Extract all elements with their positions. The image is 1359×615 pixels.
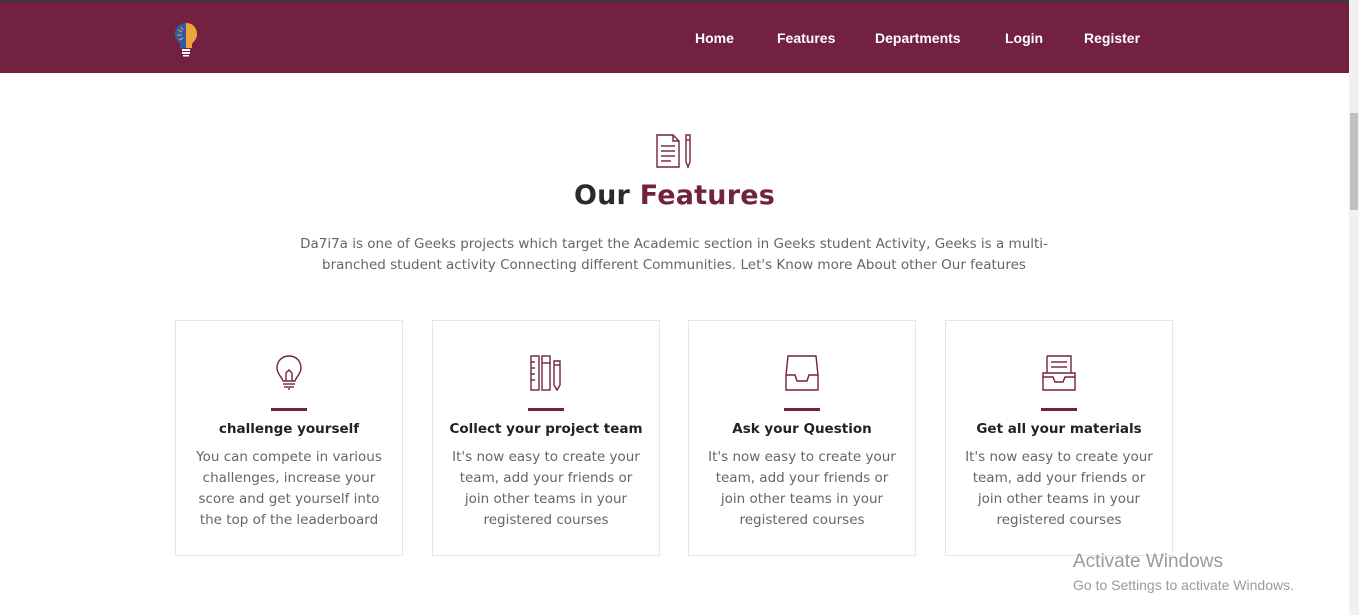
card-divider: [1041, 408, 1077, 411]
nav-home-link[interactable]: Home: [695, 30, 734, 46]
card-text: It's now easy to create your team, add y…: [965, 449, 1153, 528]
card-title: Get all your materials: [976, 421, 1142, 437]
nav-register-link[interactable]: Register: [1084, 30, 1140, 46]
card-divider: [784, 408, 820, 411]
watermark-title: Activate Windows: [1073, 551, 1223, 572]
feature-card-team: Collect your project team It's now easy …: [432, 320, 660, 556]
nav-login-link[interactable]: Login: [1005, 30, 1043, 46]
watermark-subtitle: Go to Settings to activate Windows.: [1073, 577, 1294, 593]
card-divider: [271, 408, 307, 411]
card-text: It's now easy to create your team, add y…: [452, 449, 640, 528]
archive-tray-icon: [1039, 353, 1079, 393]
page-scrollbar[interactable]: [1349, 0, 1359, 615]
tools-icon: [526, 353, 566, 393]
feature-card-materials: Get all your materials It's now easy to …: [945, 320, 1173, 556]
inbox-tray-icon: [782, 353, 822, 393]
nav-features-link[interactable]: Features: [777, 30, 835, 46]
card-title: Collect your project team: [449, 421, 643, 437]
card-title: Ask your Question: [732, 421, 872, 437]
nav-departments-link[interactable]: Departments: [875, 30, 961, 46]
nav-menu: Home Features Departments Login Register: [0, 30, 1349, 50]
feature-card-challenge: challenge yourself You can compete in va…: [175, 320, 403, 556]
document-pencil-icon: [655, 133, 695, 169]
features-title-prefix: Our: [573, 180, 631, 211]
card-title: challenge yourself: [218, 421, 360, 437]
lightbulb-icon: [269, 353, 309, 393]
card-text: It's now easy to create your team, add y…: [708, 449, 896, 528]
activate-windows-watermark: Activate Windows Go to Settings to activ…: [1073, 551, 1294, 593]
card-divider: [528, 408, 564, 411]
scrollbar-thumb[interactable]: [1350, 113, 1358, 210]
feature-card-question: Ask your Question It's now easy to creat…: [688, 320, 916, 556]
features-title-accent: Features: [639, 180, 775, 211]
navbar: Home Features Departments Login Register: [0, 2, 1349, 73]
card-text: You can compete in various challenges, i…: [196, 449, 382, 528]
features-description: Da7i7a is one of Geeks projects which ta…: [300, 236, 1048, 273]
features-title: Our Features: [0, 180, 1349, 211]
